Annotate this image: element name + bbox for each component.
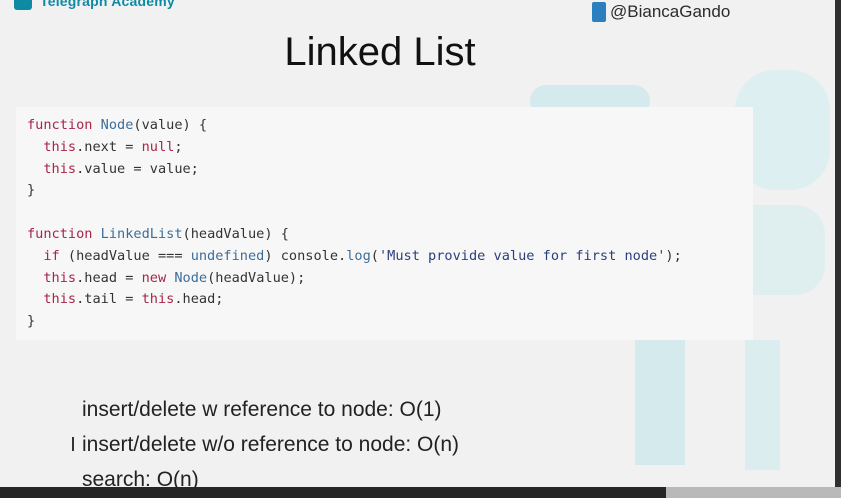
code-line: if (headValue === undefined) console.log… — [27, 246, 753, 268]
code-token: ( — [370, 247, 379, 264]
logo-icon — [14, 0, 32, 10]
code-token: this — [27, 138, 77, 155]
code-line: this.next = null; — [27, 137, 753, 159]
slide: Telegraph Academy @BiancaGando Linked Li… — [0, 0, 835, 487]
code-block: function Node(value) { this.next = null;… — [16, 107, 753, 340]
bullet-list: insert/delete w reference to node: O(1) i… — [82, 395, 459, 487]
code-token: (value) { — [133, 117, 208, 133]
code-line: this.value = value; — [27, 159, 753, 181]
code-token: function — [27, 117, 101, 133]
code-token: (headValue) { — [182, 225, 289, 242]
bullet-item: search: O(n) — [82, 468, 199, 487]
code-token: (headValue === — [67, 247, 191, 264]
code-token: this — [141, 291, 175, 308]
code-token: this — [27, 160, 77, 177]
code-token: .head; — [174, 291, 224, 308]
slide-title: Linked List — [284, 30, 476, 74]
bottom-bar-highlight — [666, 487, 841, 498]
twitter-handle: @BiancaGando — [610, 2, 731, 21]
code-token: (headValue); — [207, 269, 306, 286]
window-edge — [835, 0, 841, 498]
code-token: log — [346, 247, 371, 264]
code-token: Node — [100, 117, 134, 133]
bottom-bar — [0, 487, 841, 498]
code-line: function LinkedList(headValue) { — [27, 224, 753, 246]
code-line: this.head = new Node(headValue); — [27, 268, 753, 290]
bullet-item: insert/delete w reference to node: O(1) — [82, 398, 442, 421]
code-line: this.tail = this.head; — [27, 289, 753, 311]
telegraph-academy-logo: Telegraph Academy — [14, 0, 175, 11]
code-token: .next = — [76, 138, 142, 155]
code-token: undefined — [190, 247, 265, 264]
code-token: null — [141, 138, 175, 155]
code-token: ) console. — [264, 247, 347, 264]
code-token: .tail = — [76, 291, 142, 308]
code-token: this — [27, 269, 77, 286]
logo-text: Telegraph Academy — [40, 0, 175, 9]
code-token: if — [27, 247, 68, 264]
text-cursor — [72, 437, 74, 451]
code-token: this — [27, 291, 77, 308]
code-line: } — [27, 311, 753, 333]
watermark-shape — [635, 335, 685, 465]
code-token: .value = value; — [76, 160, 199, 177]
code-token: Node — [174, 269, 208, 286]
code-token: ; — [174, 138, 183, 155]
code-token: ); — [665, 247, 682, 264]
code-token: } — [27, 182, 36, 199]
twitter-follow-icon — [592, 2, 606, 22]
code-token: .head = — [76, 269, 142, 286]
twitter-handle-badge: @BiancaGando — [592, 2, 730, 22]
code-line: function Node(value) { — [27, 115, 753, 137]
bullet-item: insert/delete w/o reference to node: O(n… — [82, 433, 460, 456]
code-token: } — [27, 313, 36, 330]
code-token: 'Must provide value for first node' — [378, 247, 666, 264]
code-token: function — [27, 225, 101, 242]
code-token: new — [141, 269, 175, 286]
code-token: LinkedList — [100, 225, 183, 242]
code-line: } — [27, 180, 753, 202]
watermark-shape — [745, 340, 780, 470]
